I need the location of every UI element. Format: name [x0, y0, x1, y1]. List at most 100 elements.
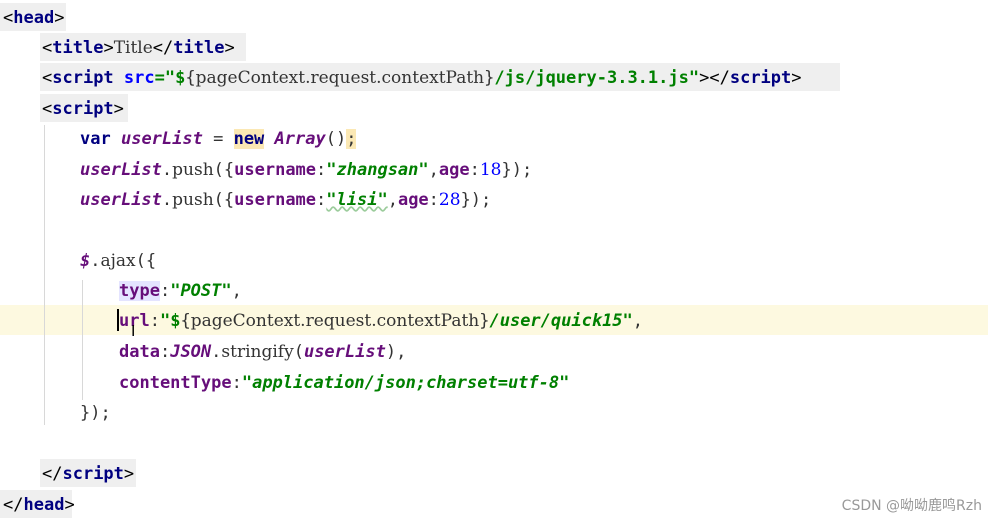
- code-line-16[interactable]: </script>: [42, 459, 134, 489]
- string-value: "lisi": [326, 190, 388, 210]
- semicolon: ;: [346, 129, 357, 149]
- method-name: push: [172, 160, 214, 180]
- el-dollar: $: [170, 311, 181, 331]
- open-paren: (: [293, 342, 304, 362]
- code-line-6[interactable]: userList.push({username:"zhangsan",age:1…: [80, 155, 532, 185]
- tag-bracket: </: [152, 38, 174, 58]
- tag-bracket: <: [42, 38, 53, 58]
- code-line-10[interactable]: type:"POST",: [119, 276, 242, 306]
- html-tag: script: [729, 68, 792, 88]
- el-brace: }: [484, 68, 495, 88]
- indent-guide: [82, 280, 83, 400]
- code-line-14[interactable]: });: [80, 398, 111, 428]
- close-brace: });: [80, 403, 111, 423]
- code-line-12[interactable]: data:JSON.stringify(userList),: [119, 337, 406, 367]
- code-line-13[interactable]: contentType:"application/json;charset=ut…: [119, 368, 569, 398]
- el-expression: pageContext.request.contextPath: [195, 68, 485, 88]
- method-name: stringify: [221, 342, 294, 362]
- tag-bracket: >: [123, 464, 135, 484]
- json-object: JSON: [170, 342, 212, 362]
- colon: :: [149, 311, 160, 331]
- string-value: "POST": [170, 281, 232, 301]
- code-editor[interactable]: <head> <title>Title</title> <script src=…: [0, 0, 988, 523]
- close-paren: ),: [385, 342, 407, 362]
- tag-bracket: >: [103, 38, 114, 58]
- el-brace: }: [479, 311, 490, 331]
- html-tag: title: [173, 38, 225, 58]
- code-line-1[interactable]: <head>: [3, 3, 64, 33]
- tag-bracket: >: [699, 68, 710, 88]
- close-paren: });: [501, 160, 533, 180]
- code-line-2[interactable]: <title>Title</title>: [42, 33, 235, 63]
- colon: :: [469, 160, 480, 180]
- code-line-3[interactable]: <script src="${pageContext.request.conte…: [42, 63, 802, 93]
- tag-bracket: >: [54, 8, 65, 28]
- colon: :: [159, 342, 171, 362]
- parens: (): [325, 129, 347, 149]
- code-line-7[interactable]: userList.push({username:"lisi",age:28});: [80, 185, 491, 215]
- variable-name: userList: [303, 342, 386, 362]
- tag-bracket: </: [709, 68, 730, 88]
- keyword-new: new: [233, 129, 265, 149]
- tag-bracket: <: [42, 68, 53, 88]
- colon: :: [428, 190, 439, 210]
- el-brace: {: [185, 68, 196, 88]
- property-key: contentType: [119, 373, 232, 393]
- code-line-5[interactable]: var userList = new Array();: [80, 124, 357, 154]
- indent-guide: [44, 125, 45, 425]
- paren-brace: ({: [213, 160, 235, 180]
- keyword-var: var: [80, 129, 111, 149]
- comma: ,: [231, 281, 242, 301]
- ibeam-cursor-icon: I: [131, 322, 136, 340]
- tag-bracket: >: [224, 38, 235, 58]
- property-key: username: [234, 160, 317, 180]
- tag-bracket: >: [113, 99, 124, 119]
- string-value: "application/json;charset=utf-8": [241, 373, 570, 393]
- src-path: /js/jquery-3.3.1.js: [494, 68, 689, 88]
- string-value: "zhangsan": [326, 160, 429, 180]
- property-key: data: [119, 342, 160, 362]
- attribute-name: src: [123, 68, 155, 88]
- comma: ,: [632, 311, 644, 331]
- html-tag: head: [23, 495, 65, 515]
- assignment: =: [202, 129, 234, 149]
- dot: .: [90, 251, 101, 271]
- colon: :: [316, 190, 327, 210]
- close-paren: });: [460, 190, 492, 210]
- method-name: push: [172, 190, 214, 210]
- number-value: 28: [438, 190, 461, 210]
- paren-brace: ({: [135, 251, 157, 271]
- html-tag: script: [62, 464, 124, 484]
- jquery-dollar: $: [80, 251, 91, 271]
- watermark: CSDN @呦呦鹿鸣Rzh: [841, 498, 982, 514]
- class-name: Array: [274, 129, 326, 149]
- property-key: username: [234, 190, 317, 210]
- dot: .: [161, 190, 173, 210]
- code-line-17[interactable]: </head>: [3, 490, 75, 520]
- el-dollar: $: [175, 68, 186, 88]
- comma: ,: [428, 160, 439, 180]
- colon: :: [159, 281, 171, 301]
- property-key: age: [438, 160, 470, 180]
- tag-bracket: </: [3, 495, 24, 515]
- code-line-11[interactable]: url:"${pageContext.request.contextPath}/…: [119, 306, 643, 336]
- colon: :: [316, 160, 327, 180]
- comma: ,: [387, 190, 398, 210]
- property-key: type: [119, 281, 160, 301]
- html-tag: script: [52, 68, 114, 88]
- code-line-4[interactable]: <script>: [42, 94, 124, 124]
- html-tag: head: [13, 8, 55, 28]
- variable-name: userList: [80, 160, 162, 180]
- variable-name: userList: [120, 129, 203, 149]
- dot: .: [211, 342, 222, 362]
- tag-bracket: >: [791, 68, 802, 88]
- title-text: Title: [113, 38, 153, 58]
- el-expression: pageContext.request.contextPath: [190, 311, 480, 331]
- tag-bracket: </: [42, 464, 63, 484]
- paren-brace: ({: [213, 190, 235, 210]
- attribute-equals: =": [154, 68, 176, 88]
- tag-bracket: >: [64, 495, 75, 515]
- code-line-9[interactable]: $.ajax({: [80, 246, 156, 276]
